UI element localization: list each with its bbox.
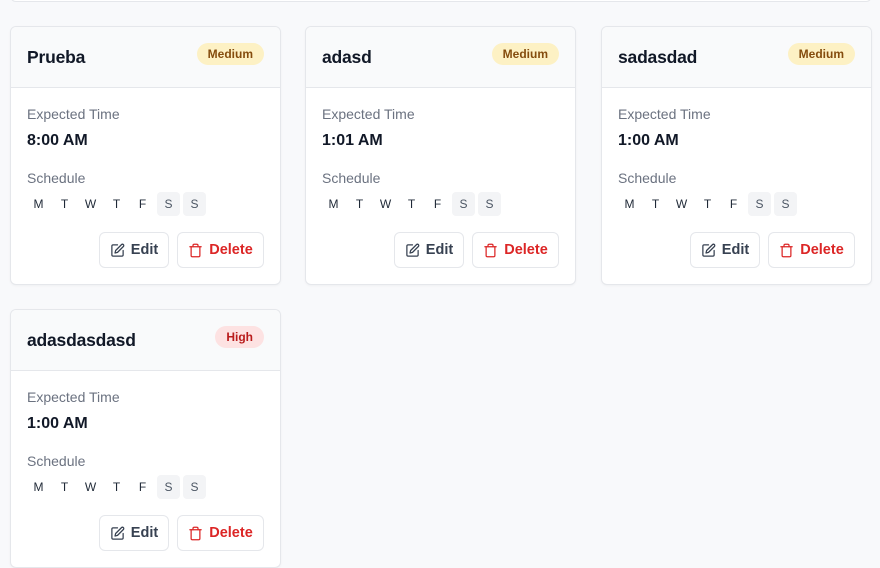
- day-sunday: S: [478, 192, 501, 216]
- edit-button[interactable]: Edit: [690, 232, 760, 268]
- day-tuesday: T: [60, 480, 69, 494]
- task-card: adasdasdasd High Expected Time 1:00 AM S…: [10, 309, 281, 568]
- edit-button-label: Edit: [130, 525, 159, 541]
- day-monday: M: [33, 197, 44, 211]
- edit-button[interactable]: Edit: [99, 515, 169, 551]
- delete-button-label: Delete: [504, 242, 548, 258]
- day-friday: F: [433, 197, 442, 211]
- priority-badge: Medium: [787, 43, 855, 65]
- delete-button[interactable]: Delete: [768, 232, 855, 268]
- delete-button-label: Delete: [209, 242, 253, 258]
- card-header: adasd Medium: [306, 27, 575, 88]
- edit-button-label: Edit: [130, 242, 159, 258]
- priority-badge: Medium: [491, 43, 559, 65]
- day-wednesday: W: [84, 197, 97, 211]
- delete-button-label: Delete: [800, 242, 844, 258]
- delete-button[interactable]: Delete: [177, 515, 264, 551]
- schedule-label: Schedule: [27, 170, 86, 186]
- card-title: adasd: [322, 47, 372, 67]
- day-thursday: T: [407, 197, 416, 211]
- previous-panel: [10, 0, 872, 2]
- edit-icon: [702, 243, 716, 257]
- day-monday: M: [33, 480, 44, 494]
- day-tuesday: T: [355, 197, 364, 211]
- trash-icon: [189, 526, 202, 540]
- expected-time-value: 8:00 AM: [27, 132, 88, 149]
- card-header: adasdasdasd High: [11, 310, 280, 371]
- card-title: adasdasdasd: [27, 330, 136, 350]
- day-thursday: T: [112, 197, 121, 211]
- edit-icon: [111, 243, 125, 257]
- expected-time-label: Expected Time: [27, 106, 120, 122]
- day-wednesday: W: [675, 197, 688, 211]
- day-sunday: S: [183, 192, 206, 216]
- schedule-days: M T W T F S S: [618, 192, 797, 216]
- day-friday: F: [138, 197, 147, 211]
- schedule-label: Schedule: [322, 170, 381, 186]
- day-saturday: S: [748, 192, 771, 216]
- day-tuesday: T: [651, 197, 660, 211]
- edit-button-label: Edit: [425, 242, 454, 258]
- task-card: adasd Medium Expected Time 1:01 AM Sched…: [305, 26, 576, 285]
- schedule-days: M T W T F S S: [27, 192, 206, 216]
- day-saturday: S: [157, 475, 180, 499]
- edit-button[interactable]: Edit: [99, 232, 169, 268]
- day-saturday: S: [452, 192, 475, 216]
- trash-icon: [484, 243, 497, 257]
- day-wednesday: W: [379, 197, 392, 211]
- schedule-label: Schedule: [27, 453, 86, 469]
- task-card: sadasdad Medium Expected Time 1:00 AM Sc…: [601, 26, 872, 285]
- day-sunday: S: [183, 475, 206, 499]
- expected-time-value: 1:00 AM: [618, 132, 679, 149]
- day-sunday: S: [774, 192, 797, 216]
- delete-button-label: Delete: [209, 525, 253, 541]
- day-monday: M: [328, 197, 339, 211]
- day-friday: F: [138, 480, 147, 494]
- edit-button-label: Edit: [721, 242, 750, 258]
- priority-badge: High: [215, 326, 264, 348]
- day-thursday: T: [703, 197, 712, 211]
- day-saturday: S: [157, 192, 180, 216]
- card-header: Prueba Medium: [11, 27, 280, 88]
- delete-button[interactable]: Delete: [472, 232, 559, 268]
- day-monday: M: [624, 197, 635, 211]
- edit-button[interactable]: Edit: [394, 232, 464, 268]
- schedule-label: Schedule: [618, 170, 677, 186]
- expected-time-value: 1:01 AM: [322, 132, 383, 149]
- expected-time-label: Expected Time: [27, 389, 120, 405]
- expected-time-value: 1:00 AM: [27, 415, 88, 432]
- day-wednesday: W: [84, 480, 97, 494]
- delete-button[interactable]: Delete: [177, 232, 264, 268]
- edit-icon: [111, 526, 125, 540]
- day-friday: F: [729, 197, 738, 211]
- day-thursday: T: [112, 480, 121, 494]
- trash-icon: [189, 243, 202, 257]
- priority-badge: Medium: [196, 43, 264, 65]
- task-card: Prueba Medium Expected Time 8:00 AM Sche…: [10, 26, 281, 285]
- trash-icon: [780, 243, 793, 257]
- card-header: sadasdad Medium: [602, 27, 871, 88]
- card-title: Prueba: [27, 47, 86, 67]
- day-tuesday: T: [60, 197, 69, 211]
- card-title: sadasdad: [618, 47, 698, 67]
- schedule-days: M T W T F S S: [322, 192, 501, 216]
- edit-icon: [406, 243, 420, 257]
- schedule-days: M T W T F S S: [27, 475, 206, 499]
- expected-time-label: Expected Time: [322, 106, 415, 122]
- expected-time-label: Expected Time: [618, 106, 711, 122]
